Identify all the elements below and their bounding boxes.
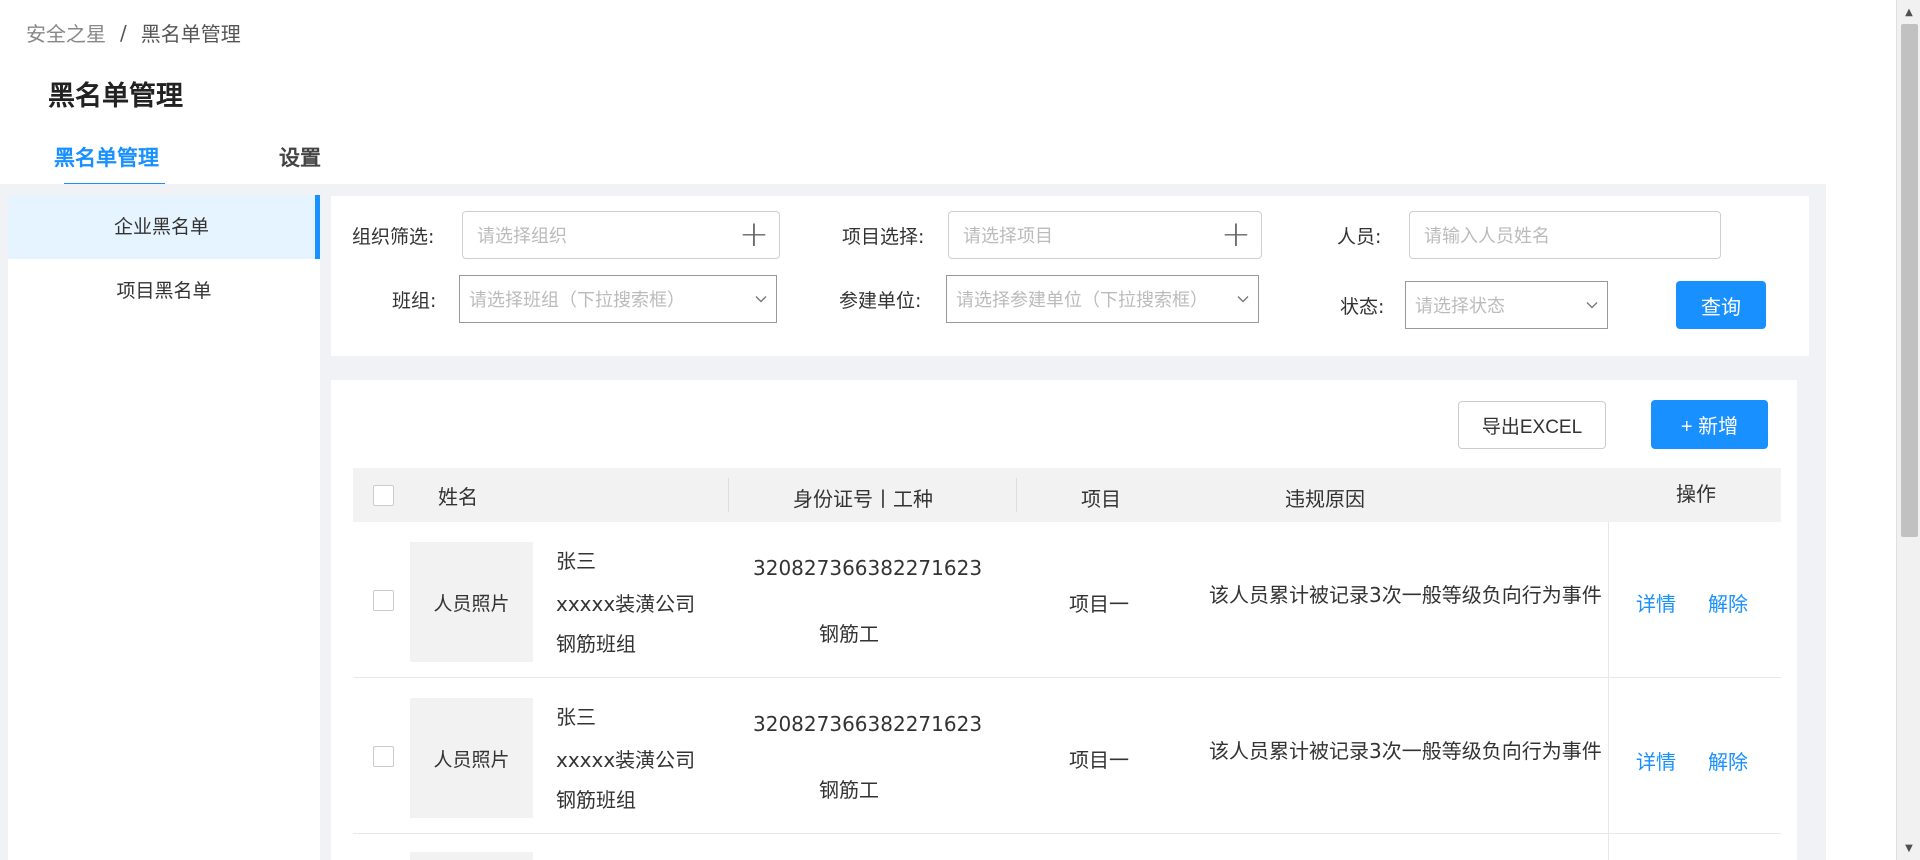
- breadcrumb-root[interactable]: 安全之星: [26, 18, 106, 47]
- org-select-input[interactable]: 请选择组织 +: [462, 211, 780, 259]
- operations-divider: [1608, 834, 1609, 860]
- detail-link[interactable]: 详情: [1636, 746, 1676, 775]
- person-name-placeholder: 请输入人员姓名: [1424, 226, 1550, 247]
- person-name-input[interactable]: 请输入人员姓名: [1409, 211, 1721, 259]
- app-window: 安全之星 / 黑名单管理 黑名单管理 黑名单管理 设置 企业黑名单 项目黑名单 …: [0, 0, 1826, 860]
- scroll-down-arrow-icon[interactable]: ▼: [1897, 838, 1920, 858]
- header-divider: [728, 478, 729, 512]
- breadcrumb-current: 黑名单管理: [140, 22, 241, 46]
- remove-link[interactable]: 解除: [1708, 746, 1748, 775]
- select-all-checkbox[interactable]: [373, 484, 394, 506]
- table-row: [353, 834, 1781, 860]
- scrollbar-thumb[interactable]: [1901, 24, 1918, 537]
- page-scrollbar[interactable]: ▲ ▼: [1896, 0, 1920, 860]
- person-team: 钢筋班组: [556, 788, 636, 812]
- status-select[interactable]: 请选择状态: [1405, 281, 1608, 329]
- person-trade: 钢筋工: [819, 778, 879, 802]
- project-select-input[interactable]: 请选择项目 +: [948, 211, 1262, 259]
- person-company: xxxxx装潢公司: [556, 748, 696, 772]
- violation-reason: 该人员累计被记录3次一般等级负向行为事件: [1209, 739, 1602, 763]
- person-project: 项目一: [1069, 748, 1129, 772]
- status-chevron-down-icon: [1586, 302, 1598, 309]
- query-button[interactable]: 查询: [1676, 281, 1766, 329]
- tab-blacklist[interactable]: 黑名单管理: [54, 142, 165, 186]
- row-checkbox[interactable]: [373, 590, 394, 611]
- project-filter-label: 项目选择:: [842, 226, 925, 248]
- team-select[interactable]: 请选择班组（下拉搜索框）: [459, 275, 777, 323]
- unit-select[interactable]: 请选择参建单位（下拉搜索框）: [946, 275, 1259, 323]
- violation-reason: 该人员累计被记录3次一般等级负向行为事件: [1209, 583, 1602, 607]
- person-photo: 人员照片: [410, 698, 533, 818]
- add-button[interactable]: + 新增: [1651, 400, 1768, 449]
- unit-select-placeholder: 请选择参建单位（下拉搜索框）: [956, 290, 1208, 311]
- breadcrumb: 安全之星 / 黑名单管理: [26, 18, 241, 47]
- person-trade: 钢筋工: [819, 622, 879, 646]
- header-select-all-cell: [373, 468, 394, 522]
- remove-link[interactable]: 解除: [1708, 588, 1748, 617]
- unit-filter-label: 参建单位:: [839, 290, 922, 312]
- operations-divider: [1608, 678, 1609, 833]
- team-select-placeholder: 请选择班组（下拉搜索框）: [469, 290, 685, 311]
- filter-panel: 组织筛选: 请选择组织 + 项目选择: 请选择项目 + 人员: 请输入人员姓名 …: [331, 196, 1809, 356]
- project-select-placeholder: 请选择项目: [963, 226, 1053, 247]
- table-header: 姓名 身份证号丨工种 项目 违规原因 操作: [353, 468, 1781, 522]
- tab-bar: 黑名单管理 设置: [54, 142, 441, 186]
- person-photo: 人员照片: [410, 542, 533, 662]
- side-item-enterprise-blacklist[interactable]: 企业黑名单: [8, 195, 320, 259]
- person-project: 项目一: [1069, 592, 1129, 616]
- unit-chevron-down-icon: [1237, 296, 1249, 303]
- team-chevron-down-icon: [755, 296, 767, 303]
- side-item-project-blacklist[interactable]: 项目黑名单: [8, 259, 320, 323]
- export-excel-button[interactable]: 导出EXCEL: [1458, 401, 1606, 449]
- org-select-placeholder: 请选择组织: [477, 226, 567, 247]
- table-row: 人员照片 张三 xxxxx装潢公司 钢筋班组 32082736638227162…: [353, 522, 1781, 678]
- table-row: 人员照片 张三 xxxxx装潢公司 钢筋班组 32082736638227162…: [353, 678, 1781, 834]
- row-checkbox[interactable]: [373, 746, 394, 767]
- blacklist-table-panel: 导出EXCEL + 新增 姓名 身份证号丨工种 项目 违规原因 操作 人员照片 …: [331, 380, 1797, 860]
- person-photo: [410, 852, 533, 860]
- person-filter-label: 人员:: [1337, 226, 1382, 248]
- operations-divider: [1608, 522, 1609, 677]
- person-name: 张三: [556, 549, 596, 573]
- org-filter-label: 组织筛选:: [352, 226, 435, 248]
- tab-settings[interactable]: 设置: [279, 142, 321, 186]
- header-divider: [1016, 478, 1017, 512]
- add-project-icon[interactable]: +: [1221, 217, 1251, 253]
- person-team: 钢筋班组: [556, 632, 636, 656]
- page-title: 黑名单管理: [48, 81, 183, 112]
- status-select-placeholder: 请选择状态: [1415, 296, 1505, 317]
- person-company: xxxxx装潢公司: [556, 592, 696, 616]
- add-org-icon[interactable]: +: [739, 217, 769, 253]
- header-reason: 违规原因: [1285, 486, 1365, 511]
- header-project: 项目: [1081, 486, 1121, 511]
- breadcrumb-separator: /: [120, 20, 127, 45]
- detail-link[interactable]: 详情: [1636, 588, 1676, 617]
- scroll-up-arrow-icon[interactable]: ▲: [1897, 2, 1920, 22]
- header-name: 姓名: [438, 484, 478, 509]
- status-filter-label: 状态:: [1340, 296, 1385, 318]
- side-menu: 企业黑名单 项目黑名单: [8, 195, 320, 860]
- header-operations: 操作: [1676, 481, 1716, 506]
- blacklist-table: 姓名 身份证号丨工种 项目 违规原因 操作 人员照片 张三 xxxxx装潢公司 …: [353, 468, 1781, 860]
- person-name: 张三: [556, 705, 596, 729]
- person-id-number: 320827366382271623: [753, 712, 983, 736]
- team-filter-label: 班组:: [392, 290, 437, 312]
- header-id-trade: 身份证号丨工种: [793, 486, 933, 511]
- person-id-number: 320827366382271623: [753, 556, 983, 580]
